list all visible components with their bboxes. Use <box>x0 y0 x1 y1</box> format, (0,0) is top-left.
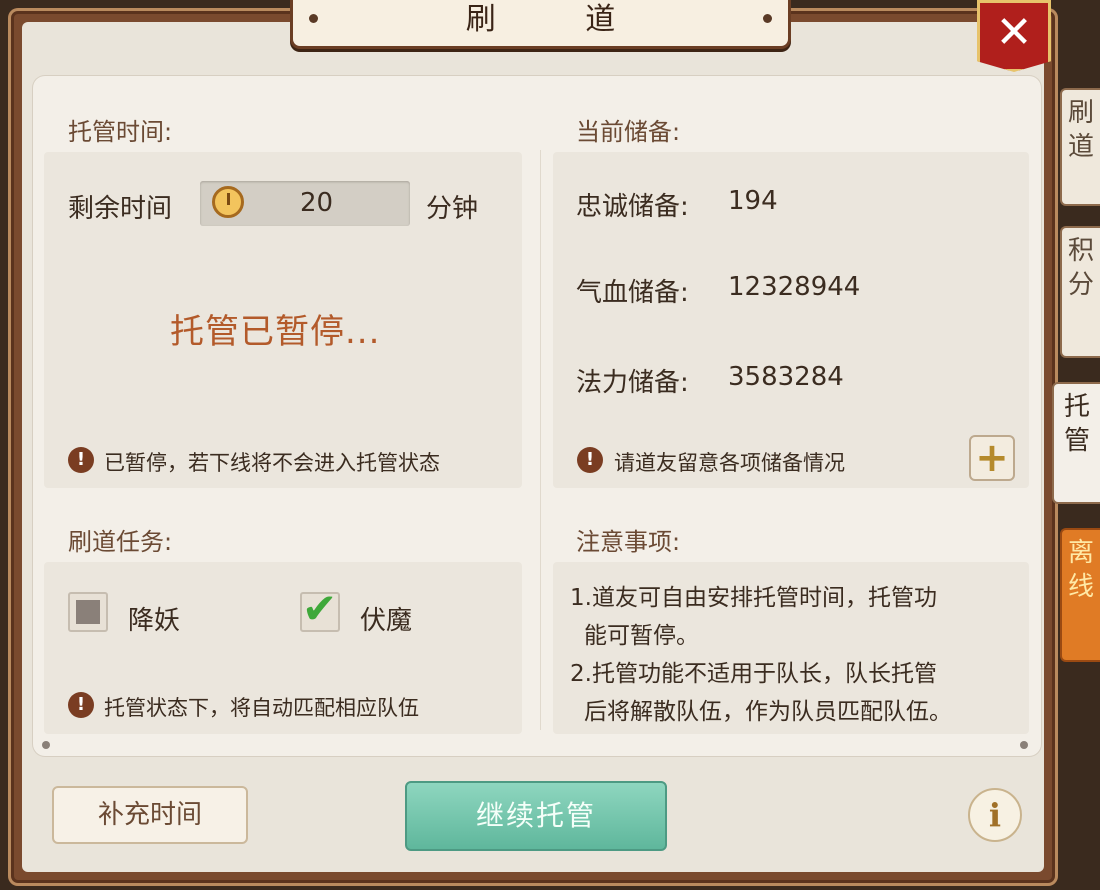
reserve-loyalty-value: 194 <box>728 186 778 216</box>
reserve-mana-value: 3583284 <box>728 362 844 392</box>
side-tab-label: 离线 <box>1067 538 1094 602</box>
reserves-header: 当前储备: <box>576 118 681 146</box>
corner-dot <box>42 741 50 749</box>
rivet-right <box>763 14 772 23</box>
window-title: 刷 道 <box>465 2 656 37</box>
warning-icon: ! <box>68 447 94 473</box>
side-tab-points[interactable]: 积分 <box>1060 226 1100 358</box>
column-divider <box>540 150 541 730</box>
remaining-time-unit: 分钟 <box>426 194 479 224</box>
hosting-time-header: 托管时间: <box>68 118 173 146</box>
tasks-warning: 托管状态下，将自动匹配相应队伍 <box>104 696 419 720</box>
hosting-warning: 已暂停，若下线将不会进入托管状态 <box>104 451 440 475</box>
corner-dot <box>1020 741 1028 749</box>
window-title-plaque: 刷 道 <box>290 0 791 49</box>
info-icon: i <box>988 796 1002 834</box>
side-tab-shuadao[interactable]: 刷道 <box>1060 88 1100 206</box>
close-icon: ✕ <box>995 7 1033 58</box>
reserve-hp-value: 12328944 <box>728 272 861 302</box>
tasks-header: 刷道任务: <box>68 528 173 556</box>
hosting-status: 托管已暂停... <box>170 312 381 352</box>
side-tab-offline[interactable]: 离线 <box>1060 528 1100 662</box>
notes-line-2: 能可暂停。 <box>584 623 699 649</box>
plus-icon: + <box>975 435 1009 481</box>
unchecked-box-fill <box>76 600 100 624</box>
notes-line-4: 后将解散队伍，作为队员匹配队伍。 <box>584 699 952 725</box>
close-button[interactable]: ✕ <box>977 0 1051 72</box>
side-tab-label: 托管 <box>1063 392 1090 456</box>
warning-icon: ! <box>577 447 603 473</box>
reserve-hp-label: 气血储备: <box>576 278 689 308</box>
remaining-time-label: 剩余时间 <box>68 194 173 224</box>
reserve-loyalty-label: 忠诚储备: <box>576 192 689 222</box>
side-tab-hosting[interactable]: 托管 <box>1052 382 1100 504</box>
notes-line-3: 2.托管功能不适用于队长，队长托管 <box>570 661 937 687</box>
task-checkbox-fumo[interactable]: ✔ <box>300 584 340 633</box>
task-checkbox-xiangyao[interactable] <box>68 592 108 632</box>
task-label-fumo: 伏魔 <box>360 606 413 636</box>
task-label-xiangyao: 降妖 <box>128 606 181 636</box>
side-tab-label: 积分 <box>1067 236 1094 300</box>
remaining-time-value: 20 <box>300 188 334 218</box>
notes-header: 注意事项: <box>576 528 681 556</box>
reserve-mana-label: 法力储备: <box>576 368 689 398</box>
reserves-warning: 请道友留意各项储备情况 <box>614 451 845 475</box>
supplement-time-button[interactable]: 补充时间 <box>52 786 248 844</box>
side-tab-label: 刷道 <box>1067 98 1094 162</box>
warning-icon: ! <box>68 692 94 718</box>
checkmark-icon: ✔ <box>302 584 338 633</box>
rivet-left <box>309 14 318 23</box>
add-reserve-button[interactable]: + <box>969 435 1015 481</box>
clock-icon <box>212 186 244 218</box>
notes-line-1: 1.道友可自由安排托管时间，托管功 <box>570 585 937 611</box>
info-button[interactable]: i <box>968 788 1022 842</box>
continue-hosting-button[interactable]: 继续托管 <box>405 781 667 851</box>
